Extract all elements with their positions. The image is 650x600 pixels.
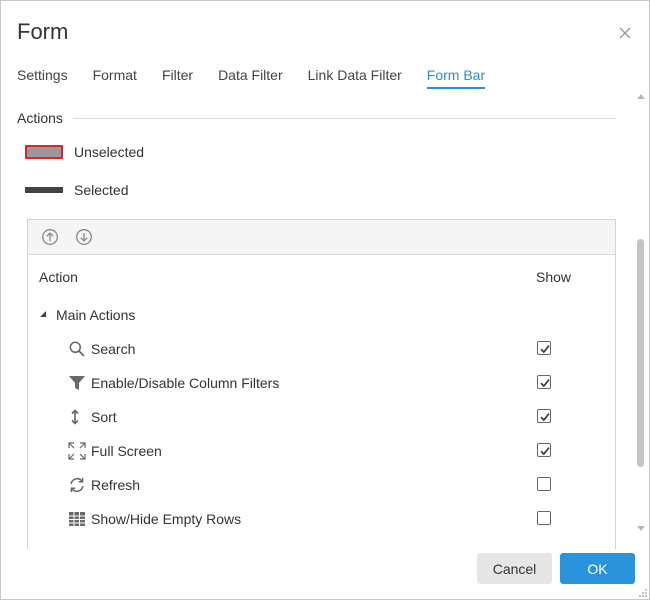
filter-icon (69, 376, 85, 390)
list-item[interactable]: Full Screen (28, 434, 615, 468)
fullscreen-icon (68, 442, 86, 460)
form-dialog: Form Settings Format Filter Data Filter … (0, 0, 650, 600)
selected-swatch (25, 187, 63, 193)
sort-icon (71, 409, 79, 425)
list-item[interactable]: Sort (28, 400, 615, 434)
collapse-triangle-icon[interactable] (39, 310, 47, 318)
show-checkbox[interactable] (537, 511, 551, 525)
tab-settings[interactable]: Settings (17, 67, 68, 89)
dialog-title: Form (17, 19, 69, 44)
item-label: Full Screen (91, 443, 162, 459)
tab-bar: Settings Format Filter Data Filter Link … (17, 67, 510, 91)
selected-label: Selected (74, 182, 129, 198)
tab-format[interactable]: Format (93, 67, 137, 89)
unselected-label: Unselected (74, 144, 145, 160)
tab-link-data-filter[interactable]: Link Data Filter (308, 67, 402, 89)
grid-icon (69, 512, 85, 526)
item-label: Refresh (91, 477, 141, 493)
arrow-down-circle-icon[interactable] (75, 228, 93, 246)
scroll-up-arrow-icon[interactable] (636, 92, 646, 100)
column-header-action[interactable]: Action (39, 269, 78, 285)
tab-data-filter[interactable]: Data Filter (218, 67, 283, 89)
show-checkbox[interactable] (537, 341, 551, 355)
group-label: Main Actions (56, 307, 136, 323)
tab-form-bar[interactable]: Form Bar (426, 67, 486, 89)
legend-unselected: Unselected (25, 142, 144, 162)
tab-filter[interactable]: Filter (162, 67, 193, 89)
actions-grid: Action Show Main Actions Search Enable/D… (27, 219, 616, 549)
list-item[interactable]: Search (28, 332, 615, 366)
scrollbar-thumb[interactable] (637, 239, 644, 467)
item-label: Enable/Disable Column Filters (91, 375, 280, 391)
grid-header: Action Show (28, 256, 615, 296)
unselected-swatch (25, 145, 63, 159)
show-checkbox[interactable] (537, 409, 551, 423)
list-item[interactable]: Refresh (28, 468, 615, 502)
actions-section-title: Actions (17, 110, 63, 126)
grid-toolbar (28, 220, 615, 255)
scroll-down-arrow-icon[interactable] (636, 525, 646, 533)
close-icon[interactable] (616, 24, 634, 42)
show-checkbox[interactable] (537, 443, 551, 457)
section-divider (73, 118, 616, 119)
cancel-button[interactable]: Cancel (477, 553, 552, 584)
item-label: Search (91, 341, 136, 357)
list-item[interactable]: Enable/Disable Column Filters (28, 366, 615, 400)
legend-selected: Selected (25, 180, 128, 200)
group-main-actions[interactable]: Main Actions (28, 304, 615, 326)
refresh-icon (70, 477, 84, 493)
show-checkbox[interactable] (537, 477, 551, 491)
item-label: Sort (91, 409, 117, 425)
arrow-up-circle-icon[interactable] (41, 228, 59, 246)
item-label: Show/Hide Empty Rows (91, 511, 242, 527)
ok-button[interactable]: OK (560, 553, 635, 584)
list-item[interactable]: Show/Hide Empty Rows (28, 502, 615, 536)
column-header-show[interactable]: Show (536, 269, 571, 285)
resize-grip-icon[interactable] (637, 587, 648, 598)
show-checkbox[interactable] (537, 375, 551, 389)
search-icon (69, 341, 85, 357)
